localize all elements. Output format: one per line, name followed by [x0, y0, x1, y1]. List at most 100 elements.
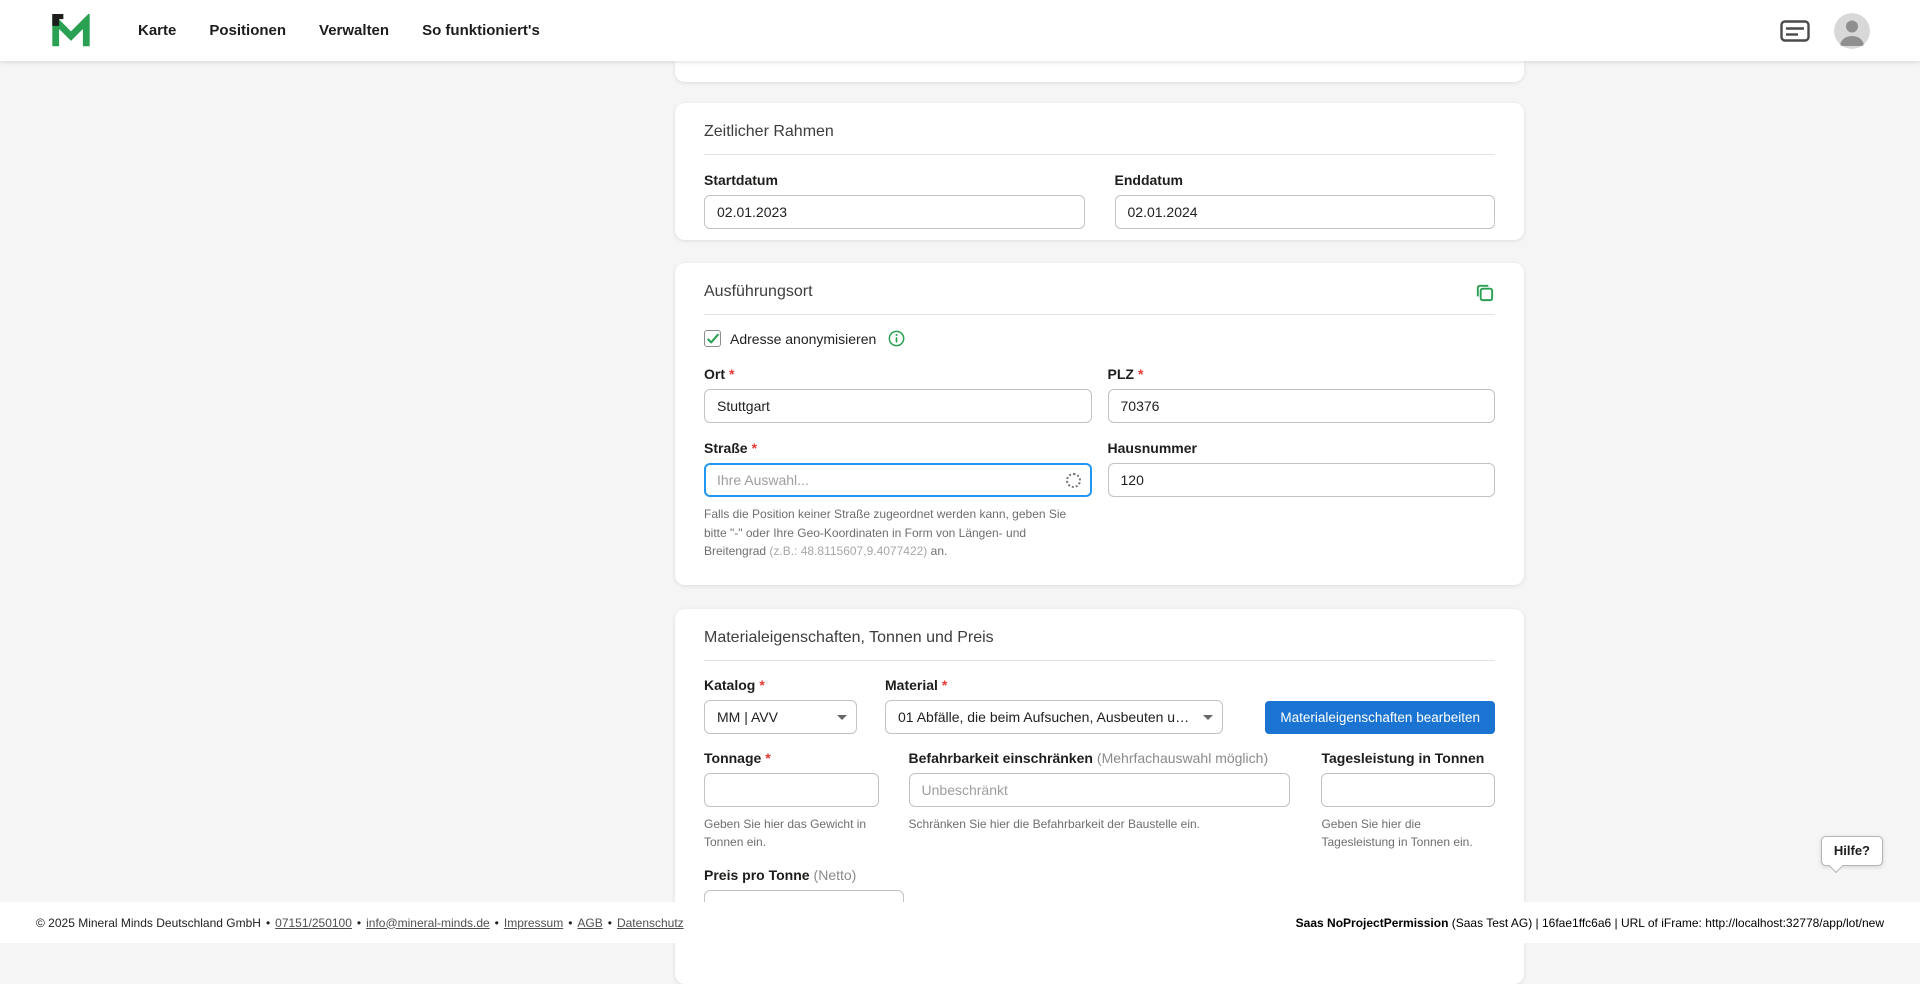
- katalog-label: Katalog*: [704, 677, 857, 693]
- footer-environment-info: Saas NoProjectPermission (Saas Test AG) …: [1296, 916, 1884, 930]
- separator: •: [357, 916, 361, 930]
- loading-spinner-icon: [1066, 473, 1081, 488]
- footer: © 2025 Mineral Minds Deutschland GmbH • …: [0, 902, 1920, 943]
- strasse-hint-example: (z.B.: 48.8115607,9.4077422): [769, 544, 927, 558]
- copyright-text: © 2025 Mineral Minds Deutschland GmbH: [36, 916, 261, 930]
- field-katalog: Katalog* MM | AVV: [704, 677, 857, 734]
- user-avatar[interactable]: [1834, 13, 1870, 49]
- field-ort: Ort*: [704, 366, 1092, 423]
- info-icon[interactable]: [888, 330, 905, 347]
- startdatum-input[interactable]: [704, 195, 1085, 229]
- material-label: Material*: [885, 677, 1223, 693]
- enddatum-input[interactable]: [1115, 195, 1496, 229]
- form-content: Zeitlicher Rahmen Startdatum Enddatum Au…: [675, 61, 1524, 984]
- tonnage-label: Tonnage*: [704, 750, 879, 766]
- timeframe-card-header: Zeitlicher Rahmen: [704, 122, 1495, 155]
- ort-label-text: Ort: [704, 366, 725, 382]
- material-select[interactable]: 01 Abfälle, die beim Aufsuchen, Ausbeute…: [885, 700, 1223, 734]
- material-card-header: Materialeigenschaften, Tonnen und Preis: [704, 628, 1495, 661]
- befahrbarkeit-hint: Schränken Sie hier die Befahrbarkeit der…: [909, 815, 1291, 834]
- strasse-input-wrap: [704, 463, 1092, 497]
- preis-label: Preis pro Tonne(Netto): [704, 867, 1495, 883]
- environment-name: Saas NoProjectPermission: [1296, 916, 1449, 930]
- timeframe-fields: Startdatum Enddatum: [704, 172, 1495, 229]
- enddatum-label: Enddatum: [1115, 172, 1496, 188]
- location-fields: Ort* PLZ* Straße* Falls die Po: [704, 366, 1495, 561]
- strasse-hint-end: an.: [931, 544, 948, 558]
- location-card-header: Ausführungsort: [704, 282, 1495, 315]
- footer-link-impressum[interactable]: Impressum: [504, 916, 563, 930]
- footer-link-datenschutz[interactable]: Datenschutz: [617, 916, 684, 930]
- ort-input[interactable]: [704, 389, 1092, 423]
- footer-link-phone[interactable]: 07151/250100: [275, 916, 352, 930]
- card-icon[interactable]: [1780, 20, 1810, 42]
- befahrbarkeit-label-suffix: (Mehrfachauswahl möglich): [1097, 750, 1268, 766]
- tonnage-input[interactable]: [704, 773, 879, 807]
- field-plz: PLZ*: [1108, 366, 1496, 423]
- main-nav: Karte Positionen Verwalten So funktionie…: [138, 22, 540, 39]
- footer-link-email[interactable]: info@mineral-minds.de: [366, 916, 490, 930]
- copy-icon[interactable]: [1474, 282, 1495, 303]
- startdatum-label: Startdatum: [704, 172, 1085, 188]
- material-label-text: Material: [885, 677, 938, 693]
- tonnage-label-text: Tonnage: [704, 750, 761, 766]
- brand-logo-icon[interactable]: [52, 13, 92, 49]
- navbar-right: [1780, 13, 1870, 49]
- preis-label-suffix: (Netto): [814, 867, 857, 883]
- nav-item-verwalten[interactable]: Verwalten: [319, 22, 389, 39]
- hausnummer-label-text: Hausnummer: [1108, 440, 1197, 456]
- nav-item-so-funktionierts[interactable]: So funktioniert's: [422, 22, 540, 39]
- material-card-title: Materialeigenschaften, Tonnen und Preis: [704, 628, 994, 649]
- field-enddatum: Enddatum: [1115, 172, 1496, 229]
- environment-details: (Saas Test AG) | 16fae1ffc6a6 | URL of i…: [1448, 916, 1884, 930]
- preis-label-text: Preis pro Tonne: [704, 867, 810, 883]
- field-material: Material* 01 Abfälle, die beim Aufsuchen…: [885, 677, 1223, 734]
- material-select-row: Katalog* MM | AVV Material* 01 Abfälle, …: [704, 677, 1495, 734]
- field-strasse: Straße* Falls die Position keiner Straße…: [704, 440, 1092, 561]
- ort-label: Ort*: [704, 366, 1092, 382]
- strasse-label: Straße*: [704, 440, 1092, 456]
- tonnage-hint: Geben Sie hier das Gewicht in Tonnen ein…: [704, 815, 879, 852]
- material-values-row: Tonnage* Geben Sie hier das Gewicht in T…: [704, 750, 1495, 852]
- chevron-down-icon: [837, 715, 847, 720]
- plz-label-text: PLZ: [1108, 366, 1134, 382]
- footer-link-agb[interactable]: AGB: [577, 916, 602, 930]
- anonymize-label: Adresse anonymisieren: [730, 331, 876, 347]
- edit-material-properties-button[interactable]: Materialeigenschaften bearbeiten: [1265, 701, 1495, 734]
- field-tagesleistung: Tagesleistung in Tonnen Geben Sie hier d…: [1321, 750, 1495, 852]
- tagesleistung-label: Tagesleistung in Tonnen: [1321, 750, 1495, 766]
- footer-left: © 2025 Mineral Minds Deutschland GmbH • …: [36, 916, 684, 930]
- katalog-select[interactable]: MM | AVV: [704, 700, 857, 734]
- nav-item-karte[interactable]: Karte: [138, 22, 176, 39]
- separator: •: [608, 916, 612, 930]
- enddatum-label-text: Enddatum: [1115, 172, 1183, 188]
- location-card: Ausführungsort Adresse anonymisieren: [675, 263, 1524, 585]
- required-asterisk: *: [765, 750, 770, 766]
- separator: •: [266, 916, 270, 930]
- befahrbarkeit-label: Befahrbarkeit einschränken(Mehrfachauswa…: [909, 750, 1291, 766]
- katalog-label-text: Katalog: [704, 677, 755, 693]
- nav-item-positionen[interactable]: Positionen: [209, 22, 286, 39]
- tagesleistung-input[interactable]: [1321, 773, 1495, 807]
- hausnummer-input[interactable]: [1108, 463, 1496, 497]
- location-card-title: Ausführungsort: [704, 282, 813, 303]
- anonymize-checkbox[interactable]: [704, 330, 721, 347]
- field-startdatum: Startdatum: [704, 172, 1085, 229]
- required-asterisk: *: [1138, 366, 1143, 382]
- tagesleistung-hint: Geben Sie hier die Tagesleistung in Tonn…: [1321, 815, 1495, 852]
- required-asterisk: *: [942, 677, 947, 693]
- plz-input[interactable]: [1108, 389, 1496, 423]
- help-button[interactable]: Hilfe?: [1821, 836, 1883, 866]
- plz-label: PLZ*: [1108, 366, 1496, 382]
- material-select-value: 01 Abfälle, die beim Aufsuchen, Ausbeute…: [898, 709, 1196, 725]
- field-tonnage: Tonnage* Geben Sie hier das Gewicht in T…: [704, 750, 879, 852]
- required-asterisk: *: [759, 677, 764, 693]
- field-befahrbarkeit: Befahrbarkeit einschränken(Mehrfachauswa…: [909, 750, 1291, 834]
- strasse-hint: Falls die Position keiner Straße zugeord…: [704, 505, 1078, 561]
- befahrbarkeit-input[interactable]: [909, 773, 1291, 807]
- required-asterisk: *: [752, 440, 757, 456]
- timeframe-card-title: Zeitlicher Rahmen: [704, 122, 834, 143]
- timeframe-card: Zeitlicher Rahmen Startdatum Enddatum: [675, 103, 1524, 240]
- strasse-input[interactable]: [704, 463, 1092, 497]
- card-partial-top: [675, 61, 1524, 82]
